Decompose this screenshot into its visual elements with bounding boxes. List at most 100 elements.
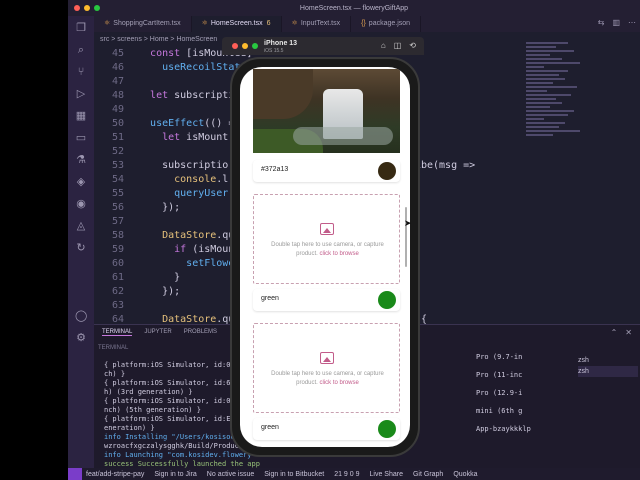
color-row[interactable]: #372a13: [253, 160, 400, 182]
accounts-icon[interactable]: ◯: [75, 310, 87, 322]
more-actions-icon[interactable]: ⋯: [628, 18, 636, 27]
desktop-background: [0, 0, 68, 480]
panel-tabs: TERMINAL JUPYTER PROBLEMS: [102, 329, 217, 336]
tab-problems[interactable]: PROBLEMS: [184, 329, 217, 336]
editor-actions: ⇆ ▥ ⋯: [598, 18, 636, 27]
live-share-icon[interactable]: ↻: [75, 242, 87, 254]
panel-actions: ⌃ ✕: [611, 328, 632, 337]
terminal-line-tail: [476, 362, 566, 371]
tab-package-json[interactable]: {} package.json: [351, 16, 422, 32]
zoom-button[interactable]: [94, 5, 100, 11]
live-share-button[interactable]: Live Share: [370, 471, 403, 478]
settings-icon[interactable]: ⚙: [75, 332, 87, 344]
remote-indicator[interactable]: [68, 468, 82, 480]
image-upload-area[interactable]: Double tap here to use camera, or captur…: [253, 194, 400, 284]
code-text: }: [138, 272, 181, 283]
issue-indicator[interactable]: No active issue: [207, 471, 254, 478]
tab-shopping-cart-item[interactable]: ⚛ ShoppingCartItem.tsx: [94, 16, 192, 32]
screenshot-icon[interactable]: ◫: [394, 41, 402, 50]
color-label: green: [261, 424, 279, 431]
tab-label: HomeScreen.tsx: [210, 20, 263, 27]
git-graph-button[interactable]: Git Graph: [413, 471, 443, 478]
line-number: 63: [111, 300, 124, 311]
terminal-output-right: Pro (9.7-in Pro (11-inc Pro (12.9-i mini (6…: [476, 353, 566, 470]
image-icon: [320, 223, 334, 235]
close-icon[interactable]: ✕: [625, 328, 632, 337]
line-number: 60: [111, 258, 124, 269]
line-number: 54: [111, 174, 124, 185]
color-swatch[interactable]: [378, 291, 396, 309]
color-swatch[interactable]: [378, 420, 396, 438]
line-number: 53: [111, 160, 124, 171]
split-editor-icon[interactable]: ▥: [612, 18, 620, 27]
activity-bar: ❐ ⌕ ⑂ ▷ ▦ ▭ ⚗ ◈ ◉ ◬ ↻ ◯ ⚙: [68, 16, 94, 468]
tab-input-text[interactable]: ⚛ InputText.tsx: [282, 16, 352, 32]
rotate-icon[interactable]: ⟲: [409, 41, 416, 50]
close-button[interactable]: [74, 5, 80, 11]
simulator-toolbar: iPhone 13 iOS 15.5 ⌂ ◫ ⟲: [222, 37, 424, 55]
remote-icon[interactable]: ▭: [75, 132, 87, 144]
line-number: 50: [111, 118, 124, 129]
tab-label: ShoppingCartItem.tsx: [113, 20, 181, 27]
browse-link[interactable]: click to browse: [320, 251, 359, 257]
breadcrumb[interactable]: src > screens > Home > HomeScreen: [100, 36, 217, 43]
modified-count: 6: [266, 20, 271, 27]
code-text: });: [138, 286, 181, 297]
aws-icon[interactable]: ◬: [75, 220, 87, 232]
color-row[interactable]: green: [253, 289, 400, 311]
minimap[interactable]: [526, 40, 586, 320]
line-number: 52: [111, 146, 124, 157]
terminal-line-tail: [476, 434, 566, 443]
minimize-button[interactable]: [84, 5, 90, 11]
chevron-up-icon[interactable]: ⌃: [611, 328, 618, 337]
terminal-line-tail: [476, 416, 566, 425]
panel-title: TERMINAL: [98, 345, 129, 351]
gitlens-icon[interactable]: ◉: [75, 198, 87, 210]
tab-jupyter[interactable]: JUPYTER: [144, 329, 171, 336]
window-title: HomeScreen.tsx — floweryGiftApp: [299, 4, 409, 12]
status-bar: feat/add-stripe-pay Sign in to Jira No a…: [68, 468, 640, 480]
terminal-item[interactable]: zsh: [578, 355, 638, 366]
compare-icon[interactable]: ⇆: [598, 18, 605, 27]
quokka-button[interactable]: Quokka: [453, 471, 477, 478]
tab-terminal[interactable]: TERMINAL: [102, 329, 133, 336]
color-row[interactable]: green: [253, 418, 400, 440]
device-os: iOS 15.5: [264, 48, 284, 54]
line-number: 56: [111, 202, 124, 213]
terminal-line-tail: [476, 452, 566, 461]
line-number: 57: [111, 216, 124, 227]
terminal-line-tail: Pro (11-inc: [476, 371, 523, 379]
line-number: 47: [111, 76, 124, 87]
testing-icon[interactable]: ⚗: [75, 154, 87, 166]
source-control-icon[interactable]: ⑂: [75, 66, 87, 78]
close-button[interactable]: [232, 43, 238, 49]
browse-link[interactable]: click to browse: [320, 380, 359, 386]
app-screen[interactable]: #372a13 Double tap here to use camera, o…: [240, 67, 410, 447]
bitbucket-sign-in[interactable]: Sign in to Bitbucket: [264, 471, 324, 478]
image-upload-area[interactable]: Double tap here to use camera, or captur…: [253, 323, 400, 413]
terminal-item[interactable]: zsh: [578, 366, 638, 377]
zoom-button[interactable]: [252, 43, 258, 49]
files-icon[interactable]: ❐: [75, 22, 87, 34]
docker-icon[interactable]: ◈: [75, 176, 87, 188]
tab-label: package.json: [368, 20, 411, 27]
search-icon[interactable]: ⌕: [75, 44, 87, 56]
branch-indicator[interactable]: feat/add-stripe-pay: [86, 471, 144, 478]
terminal-line-tail: App-bzaykkklp: [476, 425, 531, 433]
window-controls: [74, 5, 100, 11]
line-number: 62: [111, 286, 124, 297]
product-image[interactable]: [253, 69, 400, 153]
extensions-icon[interactable]: ▦: [75, 110, 87, 122]
jira-sign-in[interactable]: Sign in to Jira: [154, 471, 196, 478]
terminal-line-tail: mini (6th g: [476, 407, 523, 415]
terminal-line-tail: Pro (9.7-in: [476, 353, 523, 361]
run-debug-icon[interactable]: ▷: [75, 88, 87, 100]
simulator-window-controls: [232, 43, 258, 49]
color-swatch[interactable]: [378, 162, 396, 180]
iphone-simulator: #372a13 Double tap here to use camera, o…: [230, 57, 420, 457]
code-text: let isMount: [162, 132, 229, 143]
problems-indicator[interactable]: 21 9 0 9: [334, 471, 359, 478]
home-icon[interactable]: ⌂: [381, 41, 386, 50]
minimize-button[interactable]: [242, 43, 248, 49]
tab-home-screen[interactable]: ⚛ HomeScreen.tsx 6: [191, 16, 282, 32]
